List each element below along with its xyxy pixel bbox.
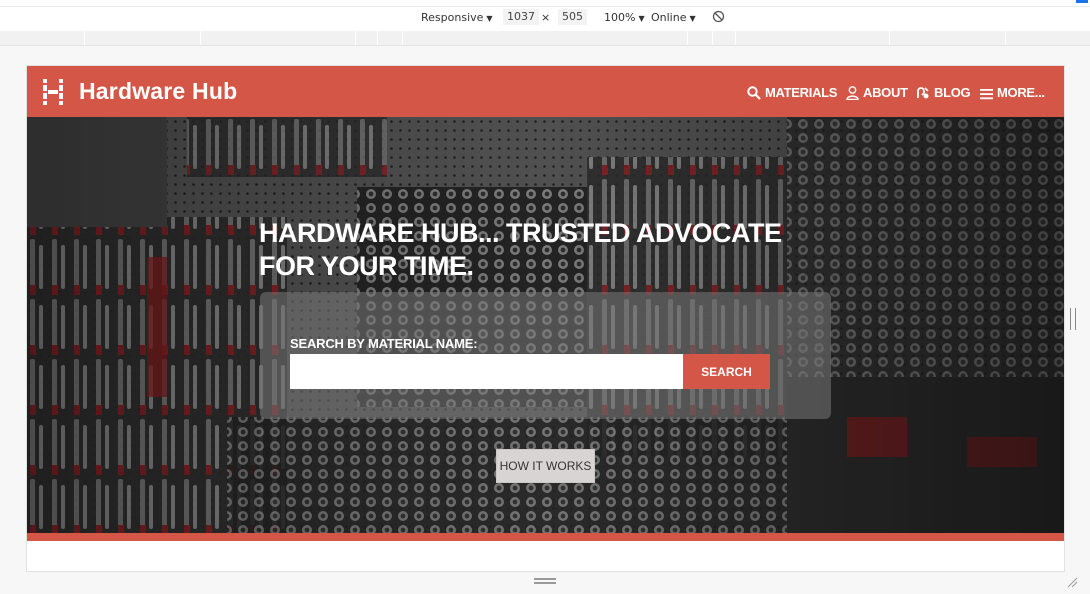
- media-query-bar[interactable]: [0, 31, 1090, 46]
- how-it-works-button[interactable]: HOW IT WORKS: [496, 449, 595, 483]
- nav-blog-label: BLOG: [934, 85, 971, 100]
- chevron-down-icon: ▼: [638, 14, 645, 23]
- width-input[interactable]: 1037: [503, 9, 539, 25]
- nav-about-label: ABOUT: [863, 85, 908, 100]
- ruler-divider: [735, 31, 736, 45]
- search-label: SEARCH BY MATERIAL NAME:: [290, 336, 478, 351]
- zoom-select[interactable]: 100% ▼: [604, 11, 645, 24]
- nav-materials-label: MATERIALS: [765, 85, 838, 100]
- ruler-divider: [402, 31, 403, 45]
- hero-headline: HARDWARE HUB... TRUSTED ADVOCATE FOR YOU…: [259, 218, 782, 281]
- device-toolbar: Responsive ▼ 1037 × 505 100% ▼ Online ▼: [0, 0, 1090, 32]
- nav-materials[interactable]: MATERIALS: [747, 84, 837, 102]
- brand-name[interactable]: Hardware Hub: [79, 78, 237, 105]
- ruler-divider: [1005, 31, 1006, 45]
- network-label: Online: [651, 11, 687, 24]
- search-panel: SEARCH BY MATERIAL NAME: SEARCH: [260, 292, 831, 419]
- material-search-input[interactable]: [290, 354, 698, 389]
- site-header: Hardware Hub MATERIALS ABOUT BLOG MORE..…: [27, 66, 1064, 117]
- nav-more-label: MORE...: [997, 85, 1045, 100]
- resize-handle-right[interactable]: [1070, 308, 1076, 330]
- height-input[interactable]: 505: [558, 9, 587, 25]
- resize-handle-bottom[interactable]: [534, 578, 556, 584]
- zoom-label: 100%: [604, 11, 636, 24]
- device-select[interactable]: Responsive ▼: [421, 11, 493, 24]
- ruler-divider: [889, 31, 890, 45]
- rotate-icon[interactable]: [712, 10, 725, 26]
- ruler-divider: [200, 31, 201, 45]
- logo-icon[interactable]: [41, 79, 65, 105]
- network-select[interactable]: Online ▼: [651, 11, 696, 24]
- devtools-top-strip: [0, 0, 1090, 7]
- nav-more[interactable]: MORE...: [980, 84, 1045, 102]
- chevron-down-icon: ▼: [689, 14, 696, 23]
- device-label: Responsive: [421, 11, 484, 24]
- blog-icon: [917, 87, 929, 99]
- ruler-divider: [84, 31, 85, 45]
- page-viewport: Hardware Hub MATERIALS ABOUT BLOG MORE..…: [27, 66, 1064, 571]
- dimension-separator: ×: [541, 11, 551, 24]
- resize-corner-icon[interactable]: [1066, 575, 1078, 588]
- ruler-divider: [377, 31, 378, 45]
- ruler-divider: [687, 31, 688, 45]
- chevron-down-icon: ▼: [486, 14, 493, 23]
- nav-blog[interactable]: BLOG: [916, 84, 971, 102]
- user-icon: [846, 86, 859, 101]
- hero-bottom-band: [27, 533, 1064, 541]
- search-icon: [747, 86, 761, 100]
- update-indicator: [1076, 0, 1088, 3]
- ruler-divider: [355, 31, 356, 45]
- menu-icon: [980, 89, 993, 100]
- search-button[interactable]: SEARCH: [683, 354, 770, 389]
- ruler-divider: [712, 31, 713, 45]
- nav-about[interactable]: ABOUT: [846, 84, 908, 102]
- hero-section: HARDWARE HUB... TRUSTED ADVOCATE FOR YOU…: [27, 117, 1064, 541]
